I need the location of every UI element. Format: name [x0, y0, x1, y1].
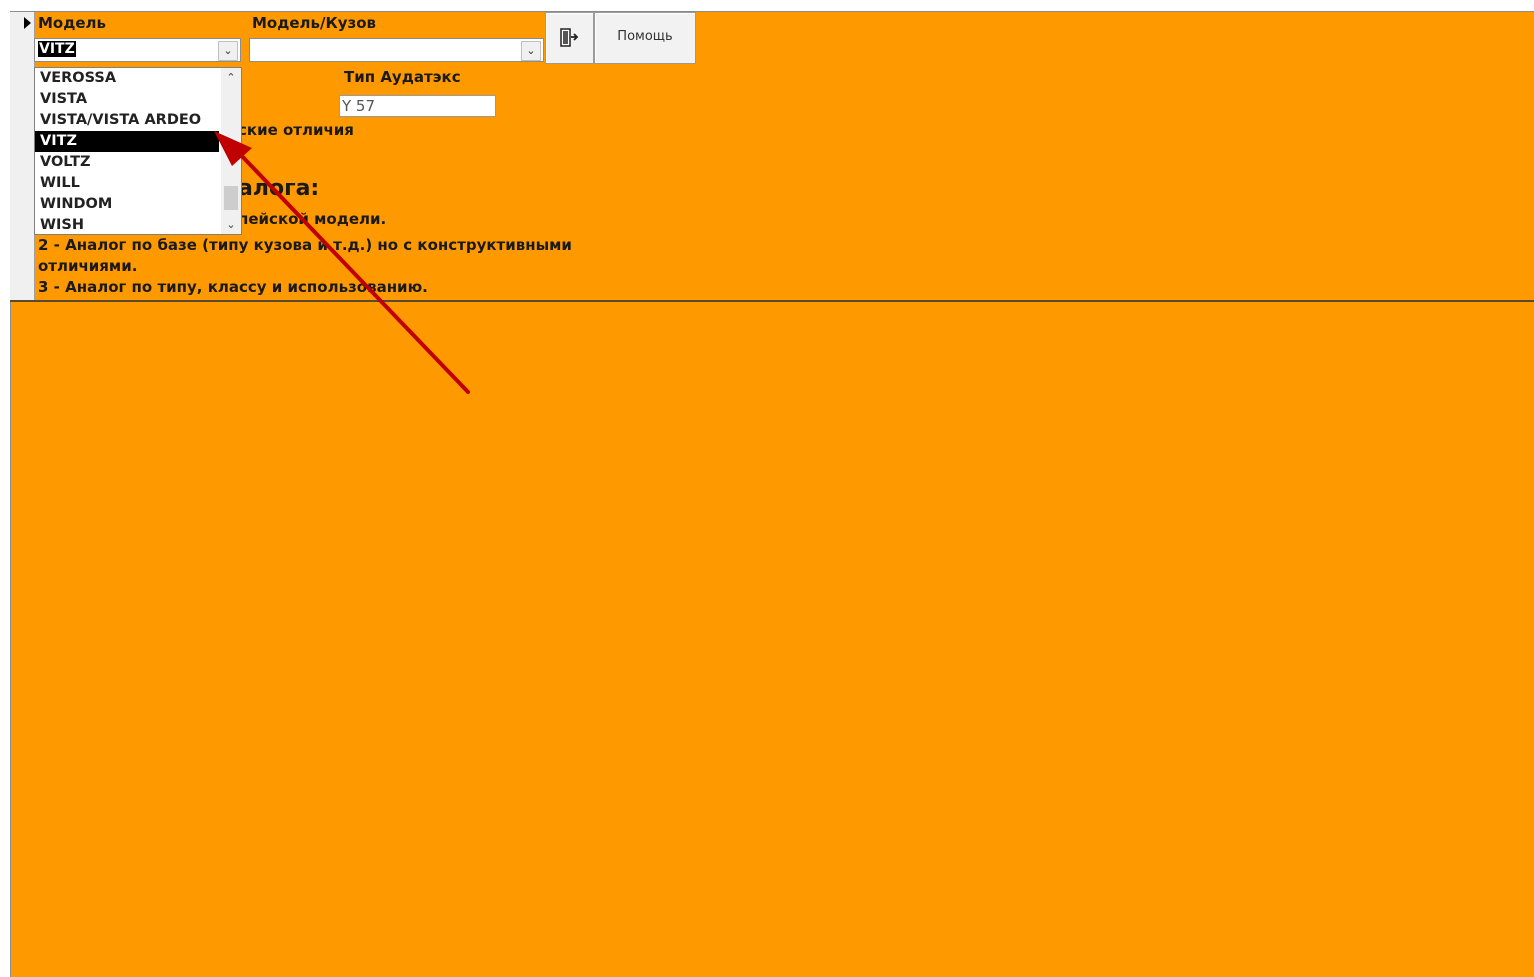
help-button[interactable]: Помощь: [594, 12, 696, 64]
model-label: Модель: [38, 14, 106, 32]
dropdown-item[interactable]: VISTA/VISTA ARDEO: [35, 110, 219, 131]
section-divider: [10, 300, 1534, 302]
exit-button[interactable]: [545, 12, 594, 64]
dropdown-item[interactable]: WISH: [35, 215, 219, 236]
dropdown-item[interactable]: VOLTZ: [35, 152, 219, 173]
dropdown-scrollbar[interactable]: ⌃ ⌄: [221, 68, 241, 234]
help-button-label: Помощь: [617, 29, 673, 44]
model-body-combobox[interactable]: ⌄: [249, 38, 544, 62]
audatex-type-field[interactable]: Y 57: [339, 95, 496, 117]
dropdown-item[interactable]: WILL: [35, 173, 219, 194]
partial-text-european-model: пейской модели.: [238, 210, 387, 228]
analog-line-2: 2 - Аналог по базе (типу кузова и т.д.) …: [38, 236, 572, 254]
dropdown-item[interactable]: VISTA: [35, 89, 219, 110]
dropdown-item[interactable]: VEROSSA: [35, 68, 219, 89]
model-combobox-value[interactable]: VITZ: [38, 41, 76, 57]
chevron-down-icon[interactable]: ⌄: [521, 41, 541, 61]
analog-line-2-continued: отличиями.: [38, 257, 138, 275]
current-record-icon: [24, 17, 31, 29]
model-dropdown-list[interactable]: VEROSSA VISTA VISTA/VISTA ARDEO VITZ VOL…: [34, 67, 242, 235]
record-selector[interactable]: [10, 12, 35, 300]
partial-text-construction-differences: ские отличия: [238, 121, 354, 139]
chevron-down-icon[interactable]: ⌄: [218, 41, 238, 61]
chevron-down-icon[interactable]: ⌄: [221, 218, 241, 231]
dropdown-item-selected[interactable]: VITZ: [35, 131, 219, 152]
scrollbar-thumb[interactable]: [224, 186, 238, 210]
analog-line-3: 3 - Аналог по типу, классу и использован…: [38, 278, 428, 296]
model-body-label: Модель/Кузов: [252, 14, 377, 32]
exit-door-icon: [560, 28, 579, 47]
partial-heading-analog: алога:: [238, 176, 320, 201]
model-combobox[interactable]: VITZ ⌄: [34, 38, 241, 62]
chevron-up-icon[interactable]: ⌃: [221, 71, 241, 84]
audatex-type-label: Тип Аудатэкс: [344, 68, 461, 86]
dropdown-item[interactable]: WINDOM: [35, 194, 219, 215]
